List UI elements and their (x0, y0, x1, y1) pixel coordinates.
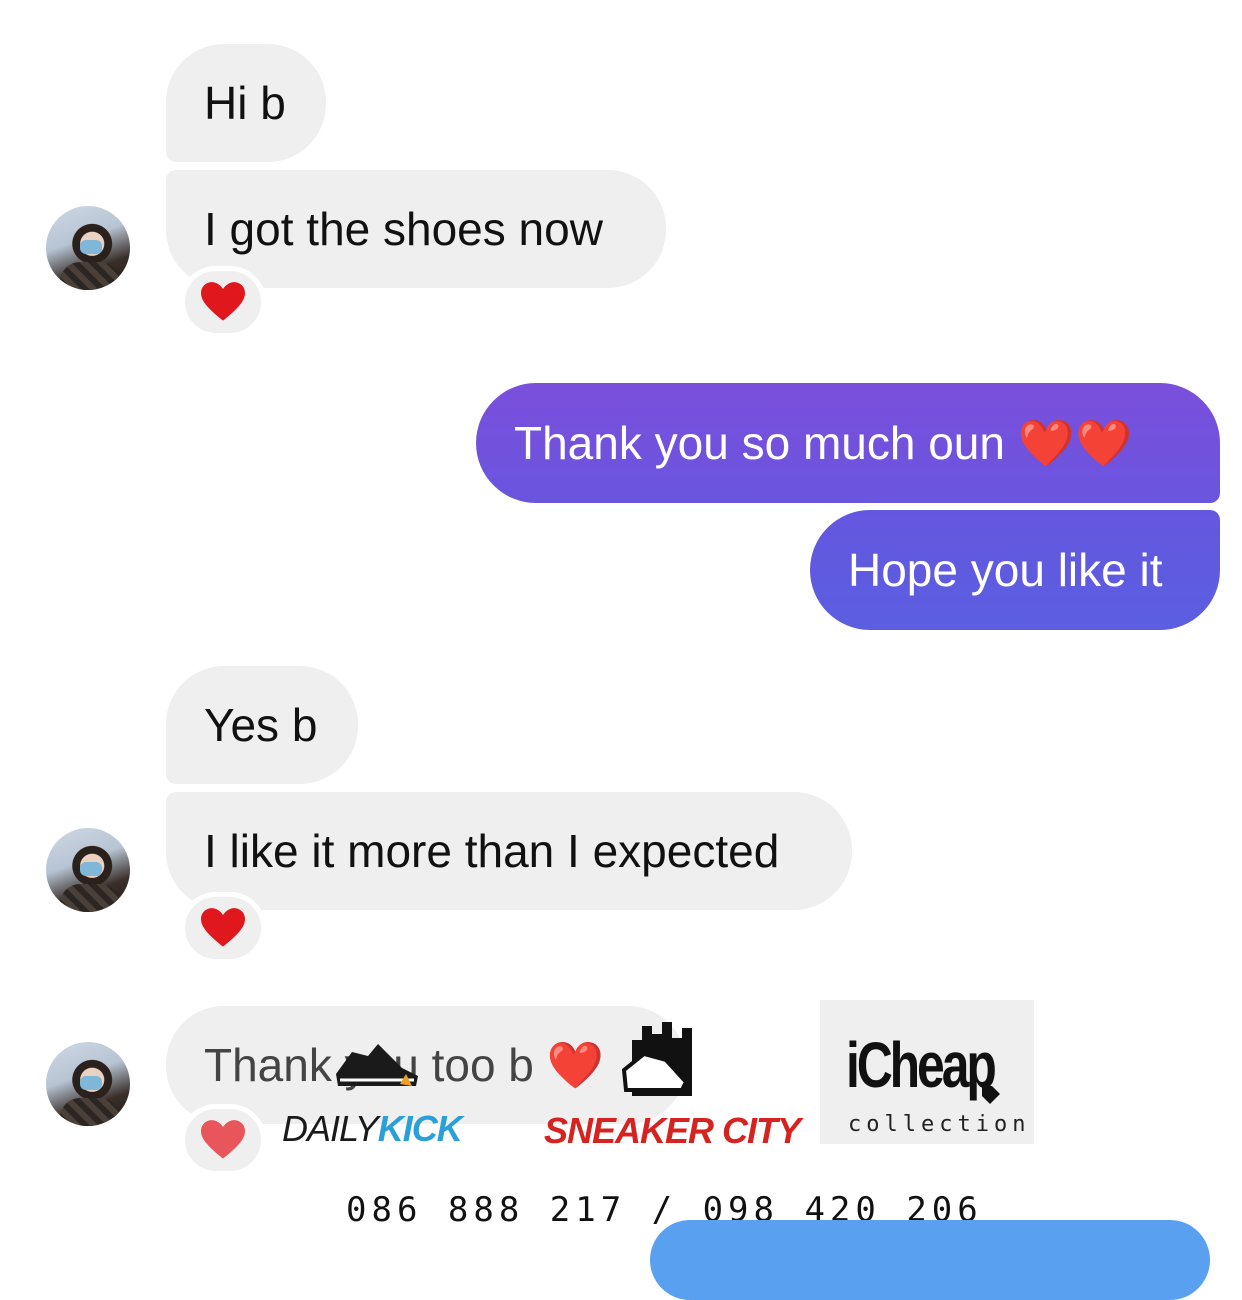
message-text: I like it more than I expected (204, 825, 780, 877)
message-text: Yes b (204, 699, 318, 751)
message-reaction[interactable] (180, 892, 266, 964)
message-text: Hi b (204, 77, 286, 129)
city-sneaker-icon (622, 1022, 692, 1096)
message-sent-partial[interactable] (650, 1220, 1210, 1300)
message-text: I got the shoes now (204, 203, 603, 255)
contact-avatar[interactable] (46, 828, 130, 912)
message-received[interactable]: Hi b (166, 44, 326, 162)
message-reaction[interactable] (180, 1104, 266, 1176)
heart-icon (201, 282, 245, 321)
message-sent[interactable]: Hope you like it (810, 510, 1220, 630)
contact-avatar[interactable] (46, 1042, 130, 1126)
heart-icon (201, 1120, 245, 1159)
contact-avatar[interactable] (46, 206, 130, 290)
price-tag-icon (982, 1086, 1000, 1104)
message-received[interactable]: Yes b (166, 666, 358, 784)
message-text: Thank you so much oun ❤️❤️ (514, 417, 1133, 469)
message-received[interactable]: I like it more than I expected (166, 792, 852, 910)
message-text: Hope you like it (848, 544, 1163, 596)
message-reaction[interactable] (180, 266, 266, 338)
sneaker-shoe-icon (336, 1044, 418, 1086)
message-sent[interactable]: Thank you so much oun ❤️❤️ (476, 383, 1220, 503)
icheap-name: iCheap (846, 1029, 997, 1101)
daily-kick-logo: DAILYKICK (282, 1108, 463, 1149)
icheap-logo: iCheap collection (820, 1000, 1034, 1144)
heart-icon (201, 908, 245, 947)
sneaker-city-logo: SNEAKER CITY (544, 1110, 801, 1151)
icheap-subtitle: collection (848, 1112, 1031, 1137)
